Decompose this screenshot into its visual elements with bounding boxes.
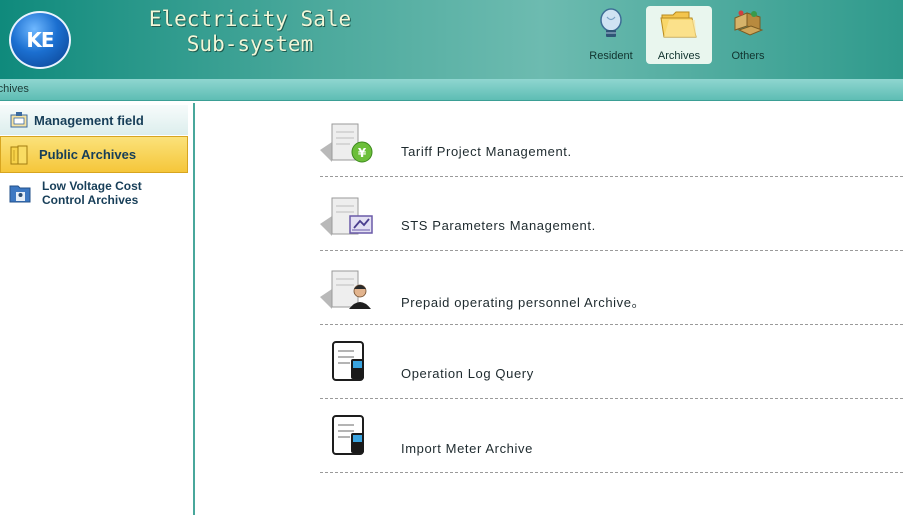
nav-resident-label: Resident [589, 50, 633, 62]
sidebar-item-label: Public Archives [39, 147, 137, 162]
lightbulb-icon [598, 8, 624, 43]
app-header: KE Electricity Sale Sub-system Resident … [0, 0, 903, 79]
list-item-prepaid-personnel[interactable]: Prepaid operating personnel Archive。 [320, 251, 903, 325]
personnel-document-icon [320, 267, 376, 315]
management-field-icon [10, 112, 28, 128]
sidebar-heading-label: Management field [34, 112, 144, 128]
sidebar-heading: Management field [0, 105, 188, 135]
sidebar-item-label-line1: Low Voltage Cost [42, 179, 142, 193]
list-item-import-meter[interactable]: Import Meter Archive [320, 399, 903, 473]
folder-icon [659, 8, 699, 43]
sidebar-item-public-archives[interactable]: Public Archives [0, 136, 188, 173]
ke-logo: KE [9, 11, 71, 69]
list-item-sts-parameters[interactable]: STS Parameters Management. [320, 177, 903, 251]
breadcrumb-bar: rchives [0, 79, 903, 101]
app-title-line1: Electricity Sale [148, 7, 352, 31]
low-voltage-archives-icon [8, 182, 32, 204]
list-item-operation-log[interactable]: Operation Log Query [320, 325, 903, 399]
operation-log-icon [320, 339, 376, 387]
svg-text:¥: ¥ [358, 146, 367, 160]
app-title: Electricity Sale Sub-system [110, 7, 390, 57]
list-item-label: Prepaid operating personnel Archive。 [401, 295, 646, 310]
app-title-line2: Sub-system [186, 32, 314, 56]
list-item-label: Tariff Project Management. [401, 144, 572, 159]
nav-archives[interactable]: Archives [646, 6, 712, 64]
sidebar-item-label: Low Voltage Cost Control Archives [42, 179, 142, 207]
list-item-label: STS Parameters Management. [401, 218, 596, 233]
boxes-icon [731, 8, 765, 43]
sidebar-item-label-line2: Control Archives [42, 193, 139, 207]
sts-parameters-icon [320, 194, 376, 242]
public-archives-icon [9, 144, 31, 166]
list-item-tariff[interactable]: ¥ Tariff Project Management. [320, 103, 903, 177]
breadcrumb: rchives [0, 83, 29, 95]
nav-archives-label: Archives [657, 50, 701, 62]
nav-others-label: Others [731, 50, 765, 62]
list-item-label: Import Meter Archive [401, 441, 533, 456]
logo-text: KE [26, 28, 54, 52]
tariff-document-icon: ¥ [320, 120, 376, 168]
nav-resident[interactable]: Resident [582, 6, 640, 64]
archive-list: ¥ Tariff Project Management. STS Paramet… [320, 103, 903, 473]
nav-others[interactable]: Others [720, 6, 776, 64]
sidebar: Management field Public Archives Low Vol… [0, 103, 195, 515]
import-meter-icon [320, 413, 376, 461]
list-item-label: Operation Log Query [401, 366, 534, 381]
sidebar-item-low-voltage-archives[interactable]: Low Voltage Cost Control Archives [0, 175, 188, 211]
